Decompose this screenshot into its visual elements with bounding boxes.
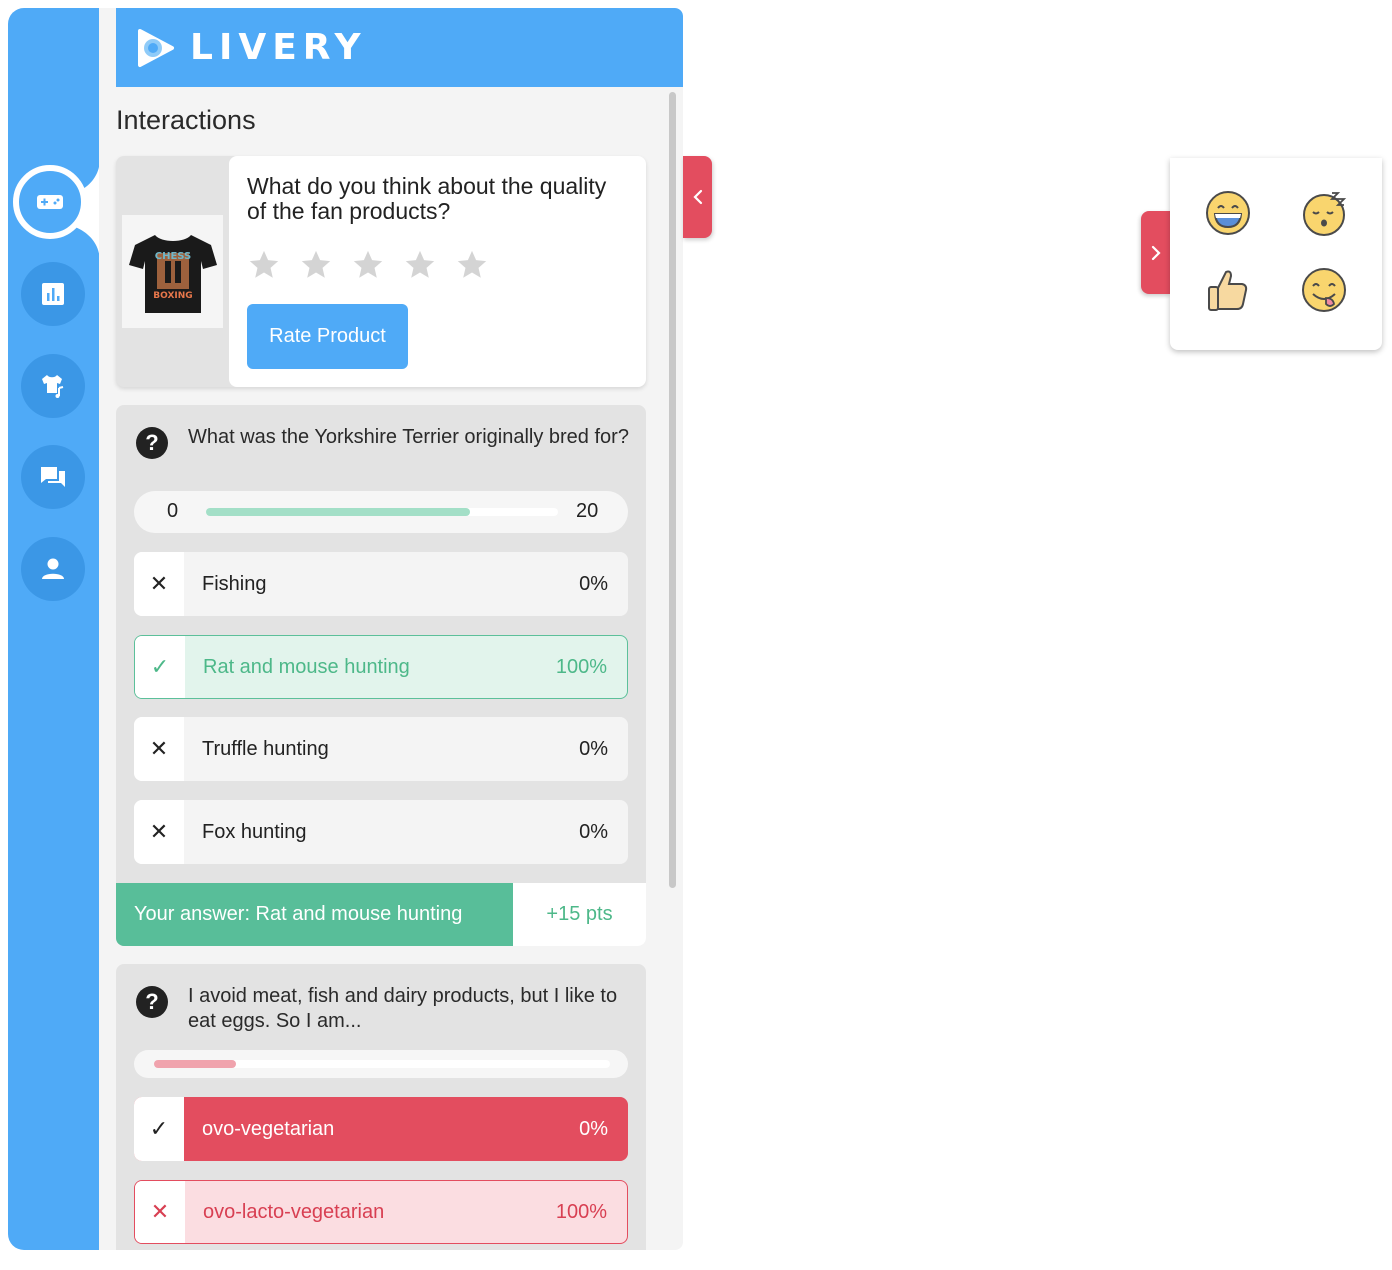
tshirt-text-bottom: BOXING xyxy=(153,291,192,301)
star-icon[interactable] xyxy=(455,248,489,282)
option-percent: 0% xyxy=(579,1117,608,1140)
timer-max: 20 xyxy=(576,500,599,522)
star-rating xyxy=(247,248,628,282)
option-percent: 0% xyxy=(579,820,608,843)
rate-product-button[interactable]: Rate Product xyxy=(247,304,408,369)
timer-fill xyxy=(206,508,470,516)
timer-track xyxy=(206,508,558,516)
chat-icon xyxy=(41,467,65,487)
points-badge: +15 pts xyxy=(513,883,646,946)
option-percent: 100% xyxy=(555,1200,607,1223)
rail-item-stats[interactable] xyxy=(21,262,85,326)
rail-item-chat[interactable] xyxy=(21,445,85,509)
app-header: LIVERY xyxy=(116,8,683,87)
quiz-question: What was the Yorkshire Terrier originall… xyxy=(188,426,629,448)
product-image: CHESS BOXING xyxy=(122,215,223,328)
timer-bar xyxy=(134,1050,628,1078)
timer-track xyxy=(154,1060,610,1068)
bar-chart-icon xyxy=(42,283,64,305)
navigation-rail xyxy=(8,8,100,1250)
quiz-option[interactable]: ✕ Fox hunting 0% xyxy=(134,800,628,864)
your-answer-text: Your answer: Rat and mouse hunting xyxy=(116,883,513,946)
scrollbar[interactable] xyxy=(669,92,676,888)
rail-item-merch[interactable] xyxy=(21,354,85,418)
interactions-panel: LIVERY Interactions CHESS BOXING What do… xyxy=(99,8,683,1250)
tongue-face-icon[interactable] xyxy=(1300,266,1348,314)
sleeping-face-icon[interactable] xyxy=(1300,189,1348,237)
close-icon: ✕ xyxy=(134,800,184,864)
collapse-panel-button[interactable] xyxy=(683,156,712,238)
livery-logo-icon xyxy=(138,28,174,67)
option-label: Rat and mouse hunting xyxy=(203,655,410,678)
reactions-panel xyxy=(1170,158,1382,350)
brand-name: LIVERY xyxy=(190,27,367,68)
quiz-card-vegetarian: ? I avoid meat, fish and dairy products,… xyxy=(116,964,646,1250)
quiz-header: ? What was the Yorkshire Terrier origina… xyxy=(136,425,633,459)
rating-question: What do you think about the quality of t… xyxy=(247,173,607,224)
option-percent: 0% xyxy=(579,737,608,760)
option-label: Truffle hunting xyxy=(202,737,329,760)
quiz-option[interactable]: ✕ ovo-lacto-vegetarian 100% xyxy=(134,1180,628,1244)
product-rating-card: CHESS BOXING What do you think about the… xyxy=(116,156,646,387)
check-icon: ✓ xyxy=(134,1097,184,1161)
user-icon xyxy=(42,558,64,579)
answer-result-bar: Your answer: Rat and mouse hunting +15 p… xyxy=(116,883,646,946)
reactions-toggle-button[interactable] xyxy=(1141,211,1171,294)
grinning-face-icon[interactable] xyxy=(1204,189,1252,237)
quiz-header: ? I avoid meat, fish and dairy products,… xyxy=(136,984,633,1034)
close-icon: ✕ xyxy=(134,717,184,781)
timer-min: 0 xyxy=(167,500,179,522)
option-percent: 100% xyxy=(555,655,607,678)
close-icon: ✕ xyxy=(134,552,184,616)
quiz-option[interactable]: ✕ Fishing 0% xyxy=(134,552,628,616)
quiz-question: I avoid meat, fish and dairy products, b… xyxy=(188,985,618,1032)
option-label: ovo-vegetarian xyxy=(202,1117,335,1140)
option-label: Fox hunting xyxy=(202,820,307,843)
quiz-option[interactable]: ✓ ovo-vegetarian 0% xyxy=(134,1097,628,1161)
rail-item-profile[interactable] xyxy=(21,537,85,601)
star-icon[interactable] xyxy=(351,248,385,282)
product-rating-body: What do you think about the quality of t… xyxy=(229,156,646,387)
page-title: Interactions xyxy=(116,105,256,135)
option-percent: 0% xyxy=(579,572,608,595)
timer-fill xyxy=(154,1060,237,1068)
quiz-option[interactable]: ✕ Truffle hunting 0% xyxy=(134,717,628,781)
thumbs-up-icon[interactable] xyxy=(1204,266,1252,314)
check-icon: ✓ xyxy=(135,636,185,698)
question-mark-icon: ? xyxy=(136,427,168,459)
tshirt-text-top: CHESS xyxy=(154,251,191,262)
question-mark-icon: ? xyxy=(136,986,168,1018)
merch-icon xyxy=(42,375,64,398)
chevron-right-icon xyxy=(1151,245,1161,260)
star-icon[interactable] xyxy=(299,248,333,282)
chevron-left-icon xyxy=(692,189,702,205)
option-label: ovo-lacto-vegetarian xyxy=(203,1200,385,1223)
star-icon[interactable] xyxy=(403,248,437,282)
option-label: Fishing xyxy=(202,572,267,595)
close-icon: ✕ xyxy=(135,1181,185,1243)
quiz-card-terrier: ? What was the Yorkshire Terrier origina… xyxy=(116,405,646,946)
star-icon[interactable] xyxy=(247,248,281,282)
quiz-option[interactable]: ✓ Rat and mouse hunting 100% xyxy=(134,635,628,699)
rail-item-games[interactable] xyxy=(13,165,87,239)
gamepad-icon xyxy=(37,195,63,209)
timer-bar: 0 20 xyxy=(134,491,628,533)
tshirt-image: CHESS BOXING xyxy=(128,234,217,313)
